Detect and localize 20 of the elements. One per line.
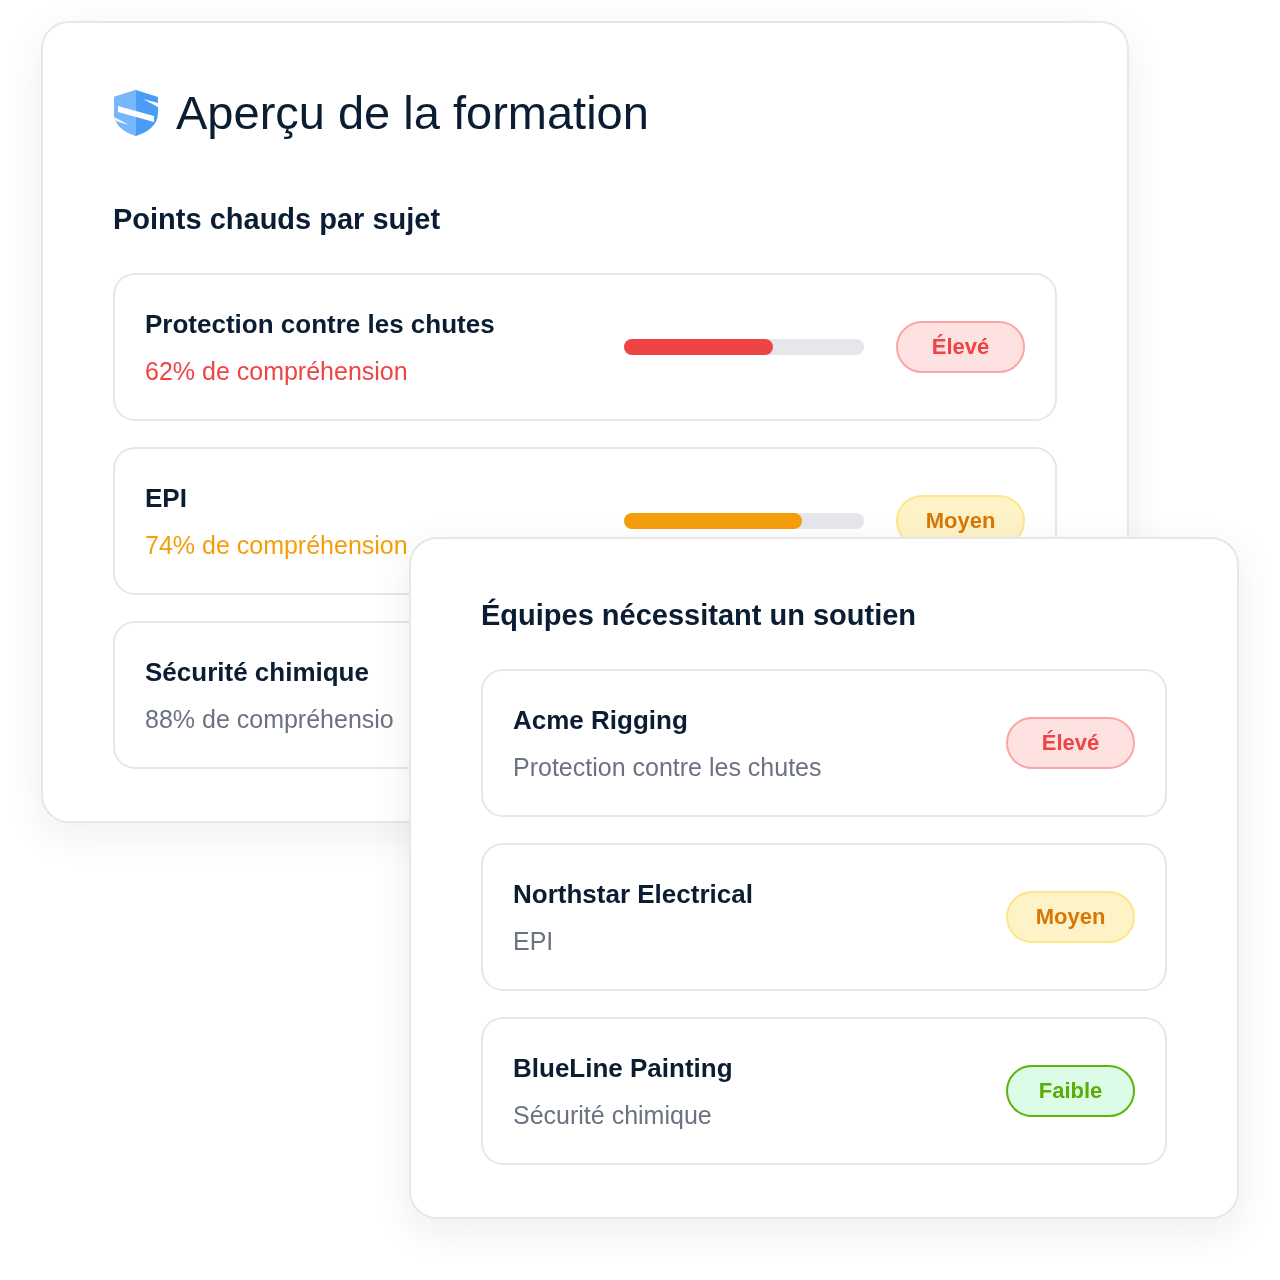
team-topic: EPI <box>513 925 554 957</box>
comprehension-text: 88% de compréhensio <box>145 703 394 735</box>
comprehension-text: 74% de compréhension <box>145 529 408 561</box>
severity-badge: Élevé <box>1006 717 1135 769</box>
severity-badge: Faible <box>1006 1065 1135 1117</box>
team-topic: Sécurité chimique <box>513 1099 712 1131</box>
topic-title: Sécurité chimique <box>145 655 369 688</box>
topic-title: Protection contre les chutes <box>145 307 495 340</box>
team-name: Northstar Electrical <box>513 877 753 910</box>
topic-title: EPI <box>145 481 187 514</box>
team-topic: Protection contre les chutes <box>513 751 822 783</box>
severity-badge: Élevé <box>896 321 1025 373</box>
section-heading: Points chauds par sujet <box>113 202 441 237</box>
page-title: Aperçu de la formation <box>176 85 649 141</box>
team-name: Acme Rigging <box>513 703 688 736</box>
team-name: BlueLine Painting <box>513 1051 733 1084</box>
shield-logo-icon <box>113 89 159 137</box>
severity-badge: Moyen <box>1006 891 1135 943</box>
section-heading: Équipes nécessitant un soutien <box>481 597 917 633</box>
comprehension-text: 62% de compréhension <box>145 355 408 387</box>
